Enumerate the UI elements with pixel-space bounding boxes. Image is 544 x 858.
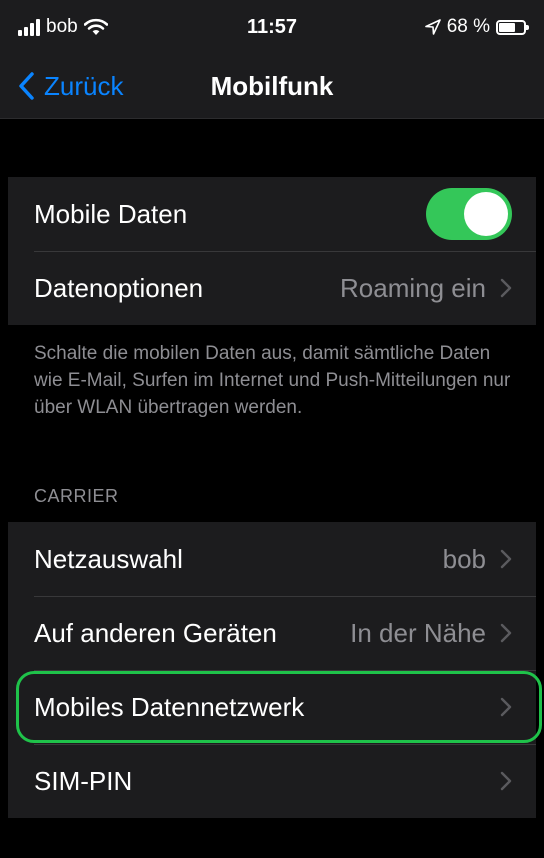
row-mobile-data-network[interactable]: Mobiles Datennetzwerk	[8, 670, 536, 744]
row-data-options[interactable]: Datenoptionen Roaming ein	[8, 251, 536, 325]
row-mobile-data: Mobile Daten	[8, 177, 536, 251]
other-devices-label: Auf anderen Geräten	[34, 617, 277, 648]
location-arrow-icon	[424, 19, 441, 35]
mobile-data-footnote: Schalte die mobilen Daten aus, damit säm…	[34, 343, 511, 418]
chevron-right-icon	[500, 771, 512, 791]
page-title: Mobilfunk	[210, 71, 334, 101]
sim-pin-label: SIM-PIN	[34, 765, 133, 796]
navigation-bar: Zurück Mobilfunk	[0, 54, 544, 119]
row-other-devices[interactable]: Auf anderen Geräten In der Nähe	[8, 596, 536, 670]
carrier-section-header: CARRIER	[34, 486, 119, 506]
carrier-group: Netzauswahl bob Auf anderen Geräten In d…	[8, 522, 536, 818]
data-options-label: Datenoptionen	[34, 272, 204, 303]
row-network-selection[interactable]: Netzauswahl bob	[8, 522, 536, 596]
network-selection-label: Netzauswahl	[34, 543, 183, 574]
mobile-data-network-label: Mobiles Datennetzwerk	[34, 691, 305, 722]
chevron-right-icon	[500, 278, 512, 298]
toggle-knob	[464, 192, 508, 236]
status-bar: bob 11:57 68 %	[0, 0, 544, 54]
mobile-data-toggle[interactable]	[426, 188, 512, 240]
chevron-right-icon	[500, 549, 512, 569]
chevron-right-icon	[500, 697, 512, 717]
status-right: 68 %	[424, 12, 529, 42]
row-sim-pin[interactable]: SIM-PIN	[8, 744, 536, 818]
chevron-right-icon	[500, 623, 512, 643]
mobile-data-label: Mobile Daten	[34, 198, 188, 229]
data-options-value: Roaming ein	[340, 272, 486, 303]
battery-icon	[496, 19, 529, 35]
mobile-data-group: Mobile Daten Datenoptionen Roaming ein	[8, 177, 536, 325]
other-devices-value: In der Nähe	[350, 617, 486, 648]
battery-percentage: 68 %	[446, 16, 490, 37]
network-selection-value: bob	[442, 543, 486, 574]
